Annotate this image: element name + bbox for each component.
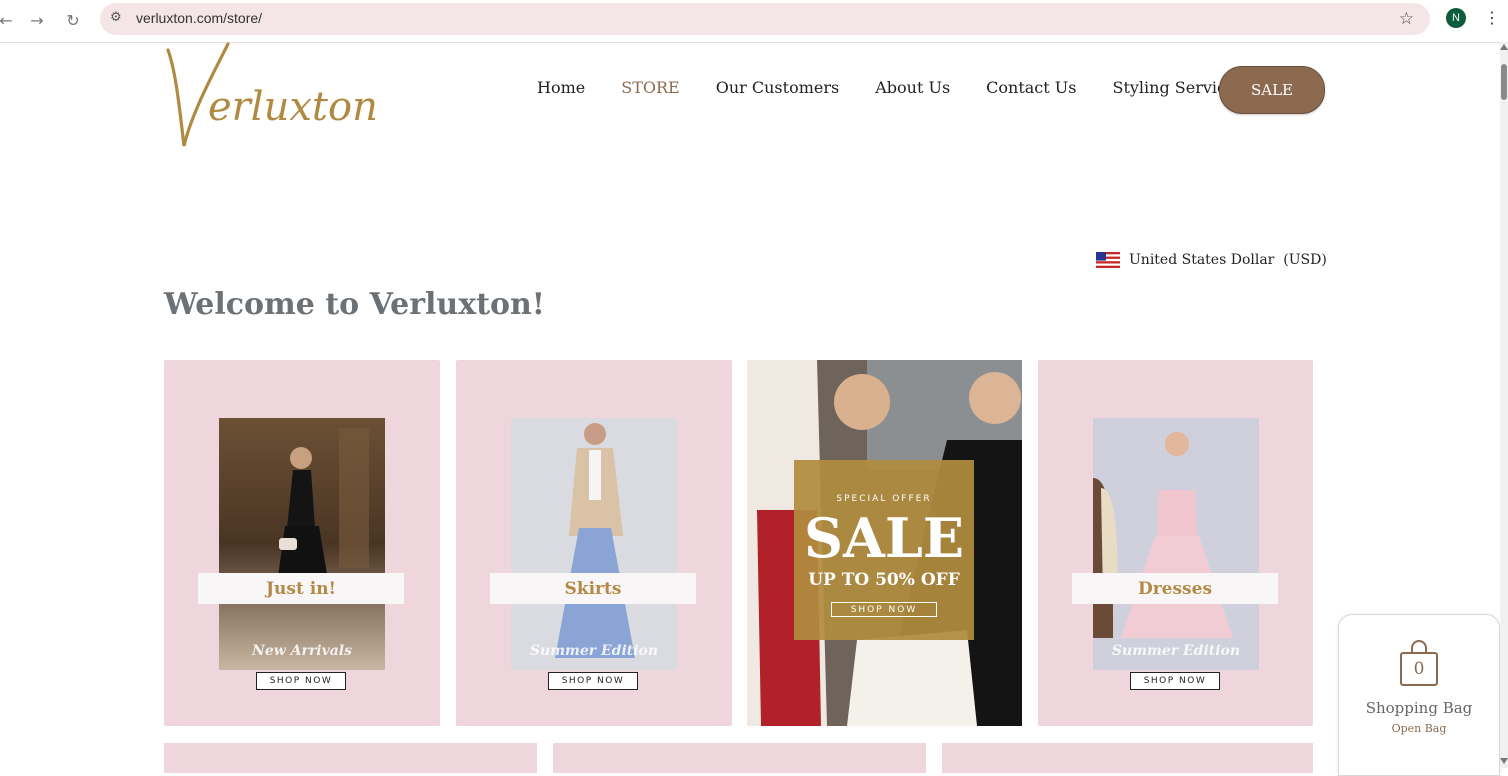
profile-avatar[interactable]: N [1446, 8, 1466, 28]
browser-toolbar: ← → ↻ ⚙ verluxton.com/store/ ☆ N ⋮ [0, 0, 1508, 43]
category-card-row2-2[interactable] [553, 743, 926, 773]
sale-promo-banner[interactable]: SPECIAL OFFER SALE UP TO 50% OFF SHOP NO… [747, 360, 1022, 726]
sale-overlay: SPECIAL OFFER SALE UP TO 50% OFF SHOP NO… [794, 460, 974, 640]
category-card-row2-3[interactable] [942, 743, 1313, 773]
sale-button[interactable]: SALE [1219, 66, 1325, 114]
reload-icon[interactable]: ↻ [61, 8, 85, 32]
address-bar[interactable]: ⚙ verluxton.com/store/ ☆ [100, 3, 1430, 35]
nav-store[interactable]: STORE [621, 78, 679, 97]
promo-shop-now-button[interactable]: SHOP NOW [831, 602, 937, 617]
bag-title: Shopping Bag [1365, 699, 1473, 717]
category-card-row2-1[interactable] [164, 743, 537, 773]
nav-about-us[interactable]: About Us [875, 78, 950, 97]
just-in-photo [219, 418, 385, 670]
promo-discount: UP TO 50% OFF [808, 570, 960, 590]
kebab-menu-icon[interactable]: ⋮ [1484, 8, 1500, 27]
us-flag-icon [1096, 252, 1120, 268]
bookmark-star-icon[interactable]: ☆ [1399, 9, 1414, 29]
shop-now-button[interactable]: SHOP NOW [548, 672, 638, 690]
currency-selector[interactable]: United States Dollar (USD) [1096, 252, 1327, 268]
card-subtitle: New Arrivals [252, 643, 352, 659]
category-card-just-in[interactable]: Just in! New Arrivals SHOP NOW [164, 360, 440, 726]
card-label: Dresses [1072, 573, 1278, 604]
scroll-down-arrow-icon[interactable] [1500, 758, 1508, 764]
page-scrollbar[interactable] [1500, 42, 1508, 768]
site-info-icon[interactable]: ⚙ [110, 10, 122, 25]
site-logo[interactable]: erluxton [164, 42, 379, 152]
nav-contact-us[interactable]: Contact Us [986, 78, 1076, 97]
url-text[interactable]: verluxton.com/store/ [136, 10, 262, 26]
main-navigation: Home STORE Our Customers About Us Contac… [537, 78, 1244, 97]
currency-label: United States Dollar (USD) [1129, 252, 1327, 268]
card-label: Skirts [490, 573, 696, 604]
nav-our-customers[interactable]: Our Customers [716, 78, 839, 97]
skirts-photo [511, 418, 677, 670]
card-label: Just in! [198, 573, 404, 604]
promo-headline: SALE [803, 506, 965, 570]
scroll-up-arrow-icon[interactable] [1500, 44, 1508, 50]
page-title: Welcome to Verluxton! [164, 287, 545, 322]
dresses-photo [1093, 418, 1259, 670]
promo-special-offer: SPECIAL OFFER [836, 494, 932, 504]
forward-arrow-icon[interactable]: → [25, 8, 49, 32]
shop-now-button[interactable]: SHOP NOW [1130, 672, 1220, 690]
back-arrow-icon[interactable]: ← [0, 8, 18, 32]
svg-text:erluxton: erluxton [208, 84, 378, 130]
scroll-thumb[interactable] [1501, 64, 1507, 100]
shop-now-button[interactable]: SHOP NOW [256, 672, 346, 690]
open-bag-link[interactable]: Open Bag [1339, 722, 1499, 735]
category-card-skirts[interactable]: Skirts Summer Edition SHOP NOW [456, 360, 732, 726]
card-subtitle: Summer Edition [1111, 643, 1241, 659]
nav-home[interactable]: Home [537, 78, 585, 97]
category-card-dresses[interactable]: Dresses Summer Edition SHOP NOW [1038, 360, 1313, 726]
bag-item-count: 0 [1413, 659, 1425, 679]
shopping-bag-widget[interactable]: 0 Shopping Bag Open Bag [1338, 614, 1500, 776]
card-subtitle: Summer Edition [529, 643, 659, 659]
